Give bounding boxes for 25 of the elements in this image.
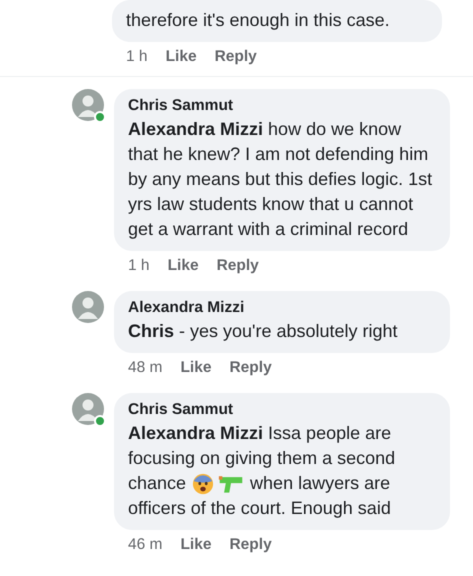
reply-link[interactable]: Reply — [214, 48, 257, 66]
comment-time: 46 m — [128, 536, 162, 554]
fearful-face-icon — [192, 472, 214, 494]
like-link[interactable]: Like — [166, 48, 197, 66]
comment-author[interactable]: Chris Sammut — [128, 401, 436, 419]
reply-link[interactable]: Reply — [229, 359, 272, 377]
comment-text: therefore it's enough in this case. — [126, 10, 390, 30]
comment-time: 1 h — [128, 257, 150, 275]
like-link[interactable]: Like — [168, 257, 199, 275]
avatar-icon[interactable] — [72, 291, 106, 325]
comment-text: Chris - yes you're absolutely right — [128, 320, 398, 343]
comment-author[interactable]: Alexandra Mizzi — [128, 299, 436, 317]
reply-link[interactable]: Reply — [229, 536, 272, 554]
comment-text: Alexandra Mizzi how do we know that he knew? I am not defending him by any means but this defies logic. 1st yrs law students know that u cannot get a warrant with a criminal record — [128, 118, 434, 241]
comment-text: officers of the court. Enough said — [128, 497, 391, 520]
like-link[interactable]: Like — [180, 359, 212, 377]
comment-text: when lawyers are — [250, 472, 390, 495]
reply-link[interactable]: Reply — [216, 257, 259, 275]
comment-time: 48 m — [128, 359, 162, 377]
avatar-icon[interactable] — [72, 89, 106, 123]
comment-author[interactable]: Chris Sammut — [128, 97, 436, 115]
avatar-icon[interactable] — [72, 393, 106, 427]
comment-time: 1 h — [126, 48, 148, 66]
like-link[interactable]: Like — [180, 536, 212, 554]
comment-text: chance — [128, 472, 186, 495]
